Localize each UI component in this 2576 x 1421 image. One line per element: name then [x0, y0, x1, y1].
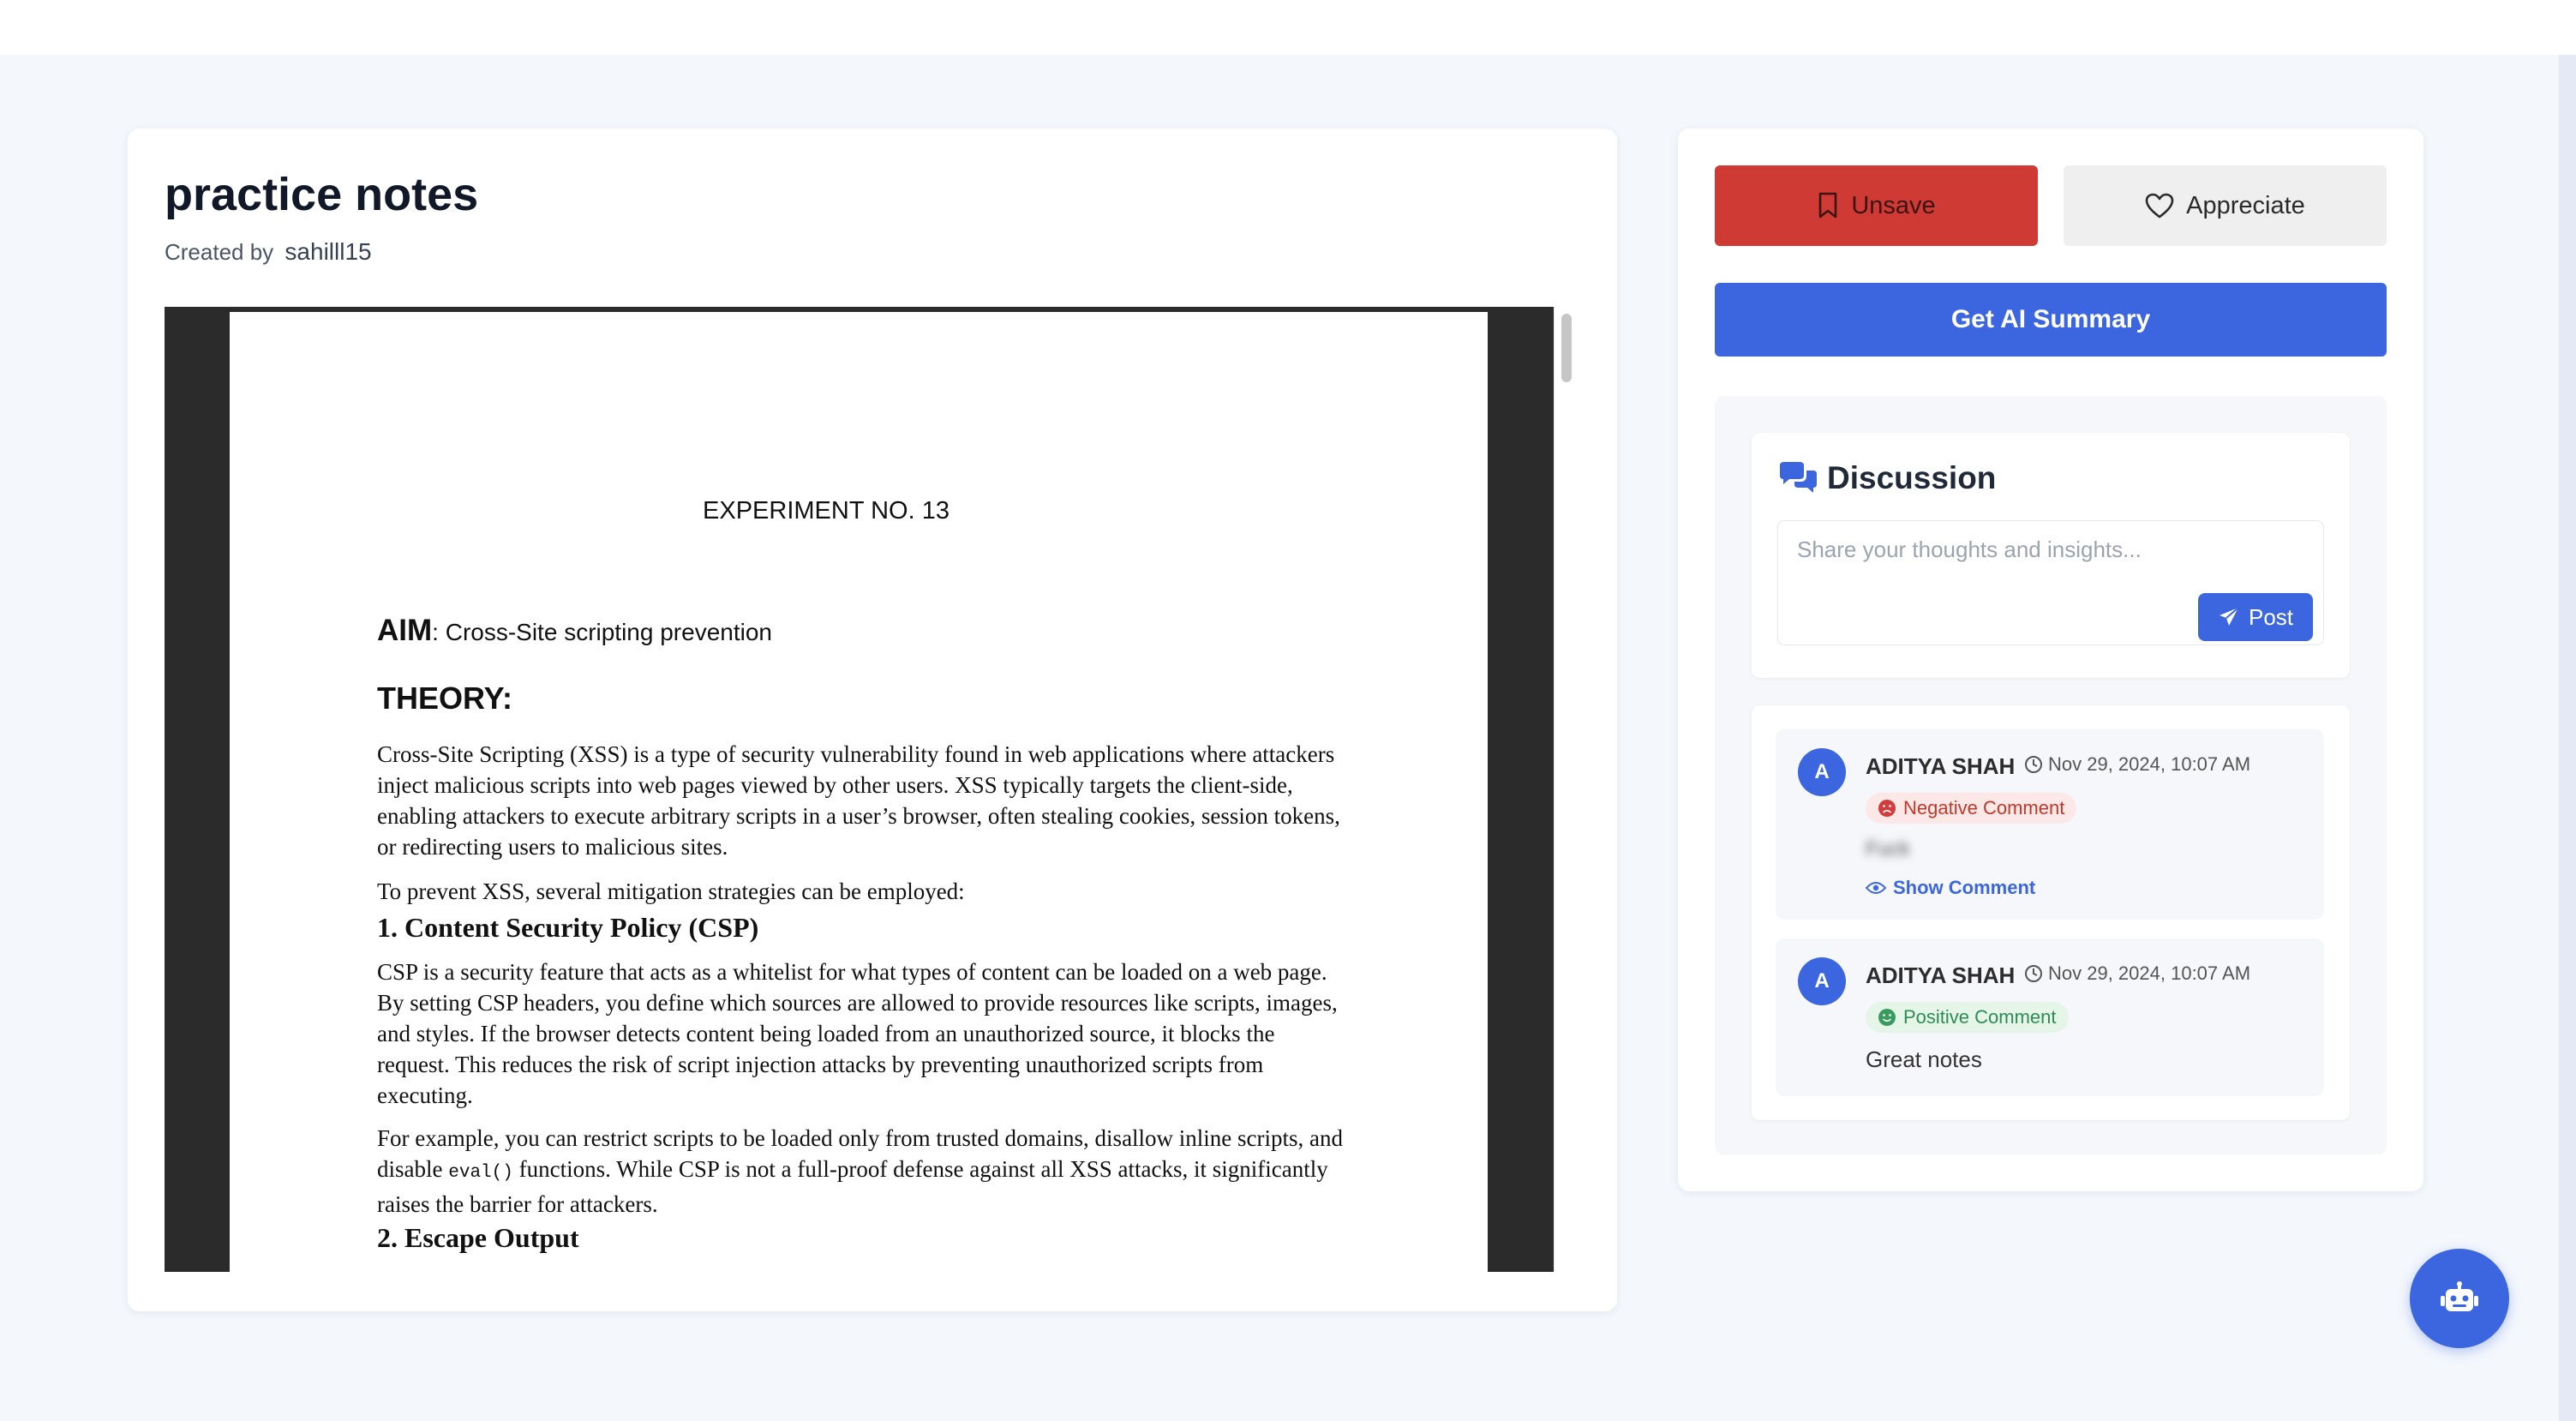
viewer-scrollbar[interactable] — [1554, 307, 1579, 1272]
theory-heading: THEORY: — [377, 681, 512, 716]
negative-comment-badge: Negative Comment — [1866, 793, 2077, 824]
bookmark-icon — [1819, 192, 1837, 219]
inline-code: eval() — [448, 1163, 513, 1183]
csp-heading: 1. Content Security Policy (CSP) — [377, 912, 759, 943]
comment-author: ADITYA SHAH — [1866, 962, 2016, 988]
viewer-scroll-thumb[interactable] — [1561, 314, 1572, 382]
post-label: Post — [2248, 603, 2294, 630]
get-ai-summary-button[interactable]: Get AI Summary — [1715, 283, 2387, 357]
page-title: practice notes — [165, 169, 479, 220]
frown-icon — [1878, 800, 1896, 817]
heart-icon — [2145, 193, 2174, 219]
top-navbar — [0, 0, 2576, 55]
comment-author: ADITYA SHAH — [1866, 753, 2016, 779]
discussion-title: Discussion — [1827, 460, 1997, 495]
aim-label: AIM — [377, 614, 433, 647]
unsave-label: Unsave — [1851, 191, 1936, 219]
comment-item: A ADITYA SHAH Nov 29, 2024, 10:07 AM — [1776, 729, 2324, 920]
aim-text: Cross-Site scripting prevention — [445, 619, 772, 645]
theory-paragraph-1: Cross-Site Scripting (XSS) is a type of … — [377, 741, 1340, 860]
appreciate-label: Appreciate — [2186, 191, 2305, 219]
smile-icon — [1878, 1009, 1896, 1026]
creator-line: Created by sahilll15 — [165, 238, 372, 266]
positive-comment-badge: Positive Comment — [1866, 1002, 2069, 1033]
comment-timestamp: Nov 29, 2024, 10:07 AM — [2024, 962, 2250, 985]
chat-bubbles-icon — [1780, 462, 1817, 493]
comment-item: A ADITYA SHAH Nov 29, 2024, 10:07 AM — [1776, 938, 2324, 1096]
post-button[interactable]: Post — [2198, 593, 2313, 641]
eye-icon — [1866, 882, 1886, 894]
unsave-button[interactable]: Unsave — [1715, 165, 2038, 246]
pdf-viewer[interactable]: EXPERIMENT NO. 13 AIM: Cross-Site script… — [165, 307, 1579, 1272]
comments-list: A ADITYA SHAH Nov 29, 2024, 10:07 AM Neg… — [1752, 705, 2350, 1120]
hidden-comment-text: Fuck — [1866, 837, 1911, 860]
ai-assistant-button[interactable] — [2410, 1249, 2509, 1348]
avatar: A — [1798, 748, 1846, 796]
paper-plane-icon — [2219, 607, 2239, 626]
page-scrollbar-track[interactable] — [2559, 55, 2576, 1421]
pdf-page: EXPERIMENT NO. 13 AIM: Cross-Site script… — [230, 312, 1488, 1272]
experiment-title: EXPERIMENT NO. 13 — [703, 497, 950, 525]
comment-timestamp: Nov 29, 2024, 10:07 AM — [2024, 753, 2250, 776]
comment-placeholder: Share your thoughts and insights... — [1797, 537, 2142, 562]
theory-paragraph-2: To prevent XSS, several mitigation strat… — [377, 878, 965, 904]
comment-text: Great notes — [1866, 1046, 1982, 1072]
creator-name[interactable]: sahilll15 — [285, 238, 371, 265]
appreciate-button[interactable]: Appreciate — [2064, 165, 2387, 246]
aim-line: AIM: Cross-Site scripting prevention — [377, 614, 772, 647]
ai-summary-label: Get AI Summary — [1950, 305, 2151, 333]
note-card: practice notes Created by sahilll15 EXPE… — [128, 129, 1617, 1311]
sidebar-card: Unsave Appreciate Get AI Summary Discuss… — [1678, 129, 2423, 1191]
compose-card: Discussion Share your thoughts and insig… — [1752, 433, 2350, 678]
csp-paragraph-1: CSP is a security feature that acts as a… — [377, 959, 1338, 1108]
csp-paragraph-2: For example, you can restrict scripts to… — [377, 1125, 1344, 1217]
discussion-panel: Discussion Share your thoughts and insig… — [1715, 396, 2387, 1154]
clock-icon — [2025, 756, 2042, 773]
escape-output-heading: 2. Escape Output — [377, 1222, 579, 1253]
robot-icon — [2441, 1281, 2478, 1311]
comment-input[interactable]: Share your thoughts and insights... Post — [1777, 520, 2324, 645]
created-by-label: Created by — [165, 239, 274, 265]
avatar: A — [1798, 957, 1846, 1005]
show-comment-link[interactable]: Show Comment — [1866, 877, 2035, 899]
clock-icon — [2025, 965, 2042, 982]
